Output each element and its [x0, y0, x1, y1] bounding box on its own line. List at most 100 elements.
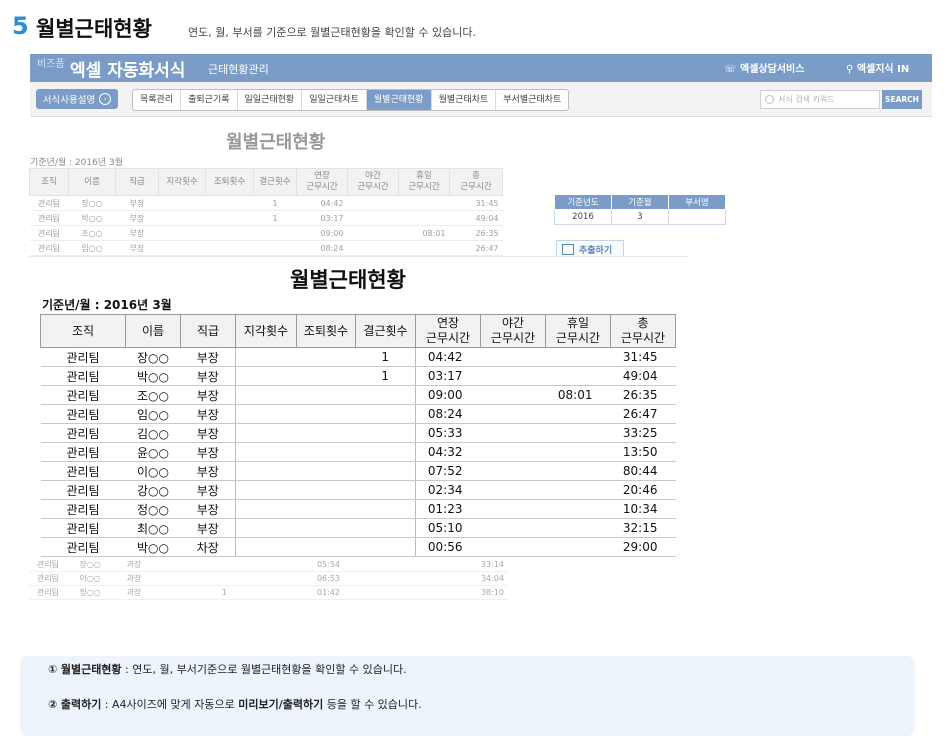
- excel-kin-link[interactable]: ⚲ 엑셀지식 IN: [846, 60, 909, 75]
- table-cell: 관리팀: [29, 558, 67, 572]
- table-cell: 부장: [180, 442, 236, 462]
- table-cell: [545, 423, 611, 443]
- table-cell: [253, 225, 297, 241]
- info-item-2-text-b: 등을 할 수 있습니다.: [323, 698, 422, 711]
- table-cell: 관리팀: [29, 571, 67, 586]
- table-cell: 80:44: [610, 461, 676, 481]
- table-cell: 38:10: [452, 585, 508, 600]
- table-cell: 관리팀: [40, 423, 126, 443]
- tab-daily-status[interactable]: 일일근태현황: [238, 90, 303, 110]
- table-cell: [355, 480, 416, 500]
- tab-attendance-record[interactable]: 출퇴근기록: [181, 90, 238, 110]
- filter-year-value[interactable]: 2016: [554, 209, 612, 225]
- search-input[interactable]: 서식 검색 키워드: [760, 90, 880, 109]
- table-cell: 관리팀: [40, 518, 126, 538]
- table-cell: 관리팀: [40, 404, 126, 424]
- table-row: 관리팀 윤○○ 부장 04:32 13:50: [40, 442, 676, 462]
- tab-daily-chart[interactable]: 일일근태차트: [302, 90, 367, 110]
- table-cell: [545, 366, 611, 386]
- table-cell: 05:54: [290, 558, 344, 572]
- table-row: 관리팀 박○○ 차장 00:56 29:00: [40, 537, 676, 557]
- export-button[interactable]: 추출하기: [556, 240, 624, 258]
- table-cell: 관리팀: [29, 585, 67, 600]
- tab-list-manage[interactable]: 목록관리: [133, 90, 182, 110]
- monthly-attendance-table: 조직 이름 직급 지각횟수 조퇴횟수 결근횟수 연장 근무시간 야간 근무시간 …: [40, 314, 676, 557]
- table-cell: 관리팀: [40, 347, 126, 367]
- table-cell: 29:00: [610, 537, 676, 557]
- bg-table-row: 관리팀 박○○ 부장 1 03:17 49:04: [29, 210, 503, 226]
- table-cell: 관리팀: [29, 240, 69, 256]
- table-cell: [205, 240, 254, 256]
- table-row: 관리팀 김○○ 부장 05:33 33:25: [40, 423, 676, 443]
- search-button[interactable]: SEARCH: [882, 90, 922, 109]
- table-cell: [480, 442, 546, 462]
- table-cell: [248, 585, 290, 600]
- table-cell: [205, 225, 254, 241]
- table-cell: 20:46: [610, 480, 676, 500]
- table-cell: [545, 461, 611, 481]
- filter-dept-value[interactable]: [668, 209, 726, 225]
- table-cell: 장○○: [67, 558, 113, 572]
- background-report-tail: 관리팀 장○○ 과장 05:54 33:14 관리팀 이○○ 과장 06:53 34:04 관리팀 정…: [29, 558, 508, 600]
- table-cell: 강○○: [125, 480, 181, 500]
- excel-consult-link[interactable]: ☏ 엑셀상담서비스: [724, 60, 804, 75]
- col-header-org: 조직: [40, 314, 126, 348]
- table-cell: 1: [355, 347, 416, 367]
- table-cell: 관리팀: [40, 461, 126, 481]
- table-row: 관리팀 임○○ 부장 08:24 26:47: [40, 404, 676, 424]
- table-cell: [296, 347, 356, 367]
- table-cell: [355, 385, 416, 405]
- info-item-2-bold: 미리보기/출력하기: [238, 698, 324, 711]
- table-cell: [296, 499, 356, 519]
- table-cell: 09:00: [415, 385, 481, 405]
- tab-monthly-chart[interactable]: 월별근태차트: [432, 90, 497, 110]
- table-cell: [235, 423, 297, 443]
- table-cell: [296, 404, 356, 424]
- filter-month-value[interactable]: 3: [611, 209, 669, 225]
- brand-title[interactable]: 엑셀 자동화서식: [70, 56, 185, 81]
- usage-guide-button[interactable]: 서식사용설명 ›: [36, 89, 118, 109]
- table-cell: [355, 404, 416, 424]
- table-cell: 26:35: [610, 385, 676, 405]
- bg-table-row: 관리팀 이○○ 과장 06:53 34:04: [29, 571, 508, 586]
- table-cell: 조○○: [125, 385, 181, 405]
- table-cell: [545, 499, 611, 519]
- table-cell: 차장: [180, 537, 236, 557]
- tab-department-chart[interactable]: 부서별근태차트: [496, 90, 568, 110]
- table-cell: 부장: [115, 195, 159, 211]
- table-cell: 부장: [115, 210, 159, 226]
- table-cell: [398, 195, 450, 211]
- table-cell: 08:24: [415, 404, 481, 424]
- table-cell: 윤○○: [125, 442, 181, 462]
- background-report-table: 조직 이름 직급 지각횟수 조퇴횟수 결근횟수 연장 근무시간 야간 근무시간 …: [29, 168, 503, 256]
- table-cell: 13:50: [610, 442, 676, 462]
- info-item-2-number: ②: [48, 698, 58, 711]
- table-cell: [201, 571, 248, 586]
- table-cell: [253, 240, 297, 256]
- table-cell: 부장: [115, 240, 159, 256]
- tab-monthly-status[interactable]: 월별근태현황: [366, 90, 432, 110]
- table-cell: 부장: [180, 518, 236, 538]
- table-cell: 관리팀: [40, 480, 126, 500]
- table-cell: [480, 461, 546, 481]
- table-cell: [480, 385, 546, 405]
- table-cell: 장○○: [125, 347, 181, 367]
- table-cell: [398, 585, 452, 600]
- table-cell: [545, 518, 611, 538]
- table-cell: 1: [253, 195, 297, 211]
- info-item-2-text-a: : A4사이즈에 맞게 자동으로: [101, 698, 239, 711]
- table-cell: 06:53: [290, 571, 344, 586]
- info-item-1-text: : 연도, 월, 부서기준으로 월별근태현황을 확인할 수 있습니다.: [121, 663, 407, 676]
- table-cell: 49:04: [449, 210, 503, 226]
- table-cell: [480, 423, 546, 443]
- table-cell: [235, 347, 297, 367]
- table-cell: 03:17: [415, 366, 481, 386]
- table-cell: 04:42: [415, 347, 481, 367]
- excel-consult-label: 엑셀상담서비스: [740, 64, 805, 75]
- table-cell: [355, 499, 416, 519]
- table-cell: [158, 210, 206, 226]
- col-header-overtime: 연장 근무시간: [415, 314, 481, 348]
- table-cell: 04:32: [415, 442, 481, 462]
- info-item-1: ① 월별근태현황 : 연도, 월, 부서기준으로 월별근태현황을 확인할 수 있…: [48, 661, 407, 677]
- table-cell: 조○○: [68, 225, 116, 241]
